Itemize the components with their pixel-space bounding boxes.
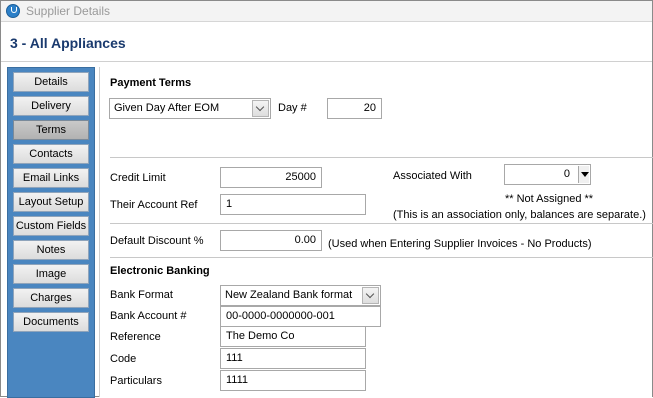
sidebar-item-details[interactable]: Details xyxy=(13,72,89,92)
reference-label: Reference xyxy=(110,331,161,343)
sidebar-item-email-links[interactable]: Email Links xyxy=(13,168,89,188)
terms-panel: Payment Terms Given Day After EOM Day # … xyxy=(99,67,653,397)
supplier-details-window: Supplier Details 3 - All Appliances Deta… xyxy=(0,0,653,398)
credit-limit-input[interactable]: 25000 xyxy=(220,167,322,188)
bank-account-label: Bank Account # xyxy=(110,310,187,322)
sidebar-item-layout-setup[interactable]: Layout Setup xyxy=(13,192,89,212)
payment-terms-select[interactable]: Given Day After EOM xyxy=(109,98,271,119)
their-account-ref-input[interactable]: 1 xyxy=(220,194,366,215)
default-discount-note: (Used when Entering Supplier Invoices - … xyxy=(328,238,592,250)
section-divider xyxy=(110,257,653,258)
sidebar-item-charges[interactable]: Charges xyxy=(13,288,89,308)
code-input[interactable]: 111 xyxy=(220,348,366,369)
window-title: Supplier Details xyxy=(26,4,111,18)
credit-limit-label: Credit Limit xyxy=(110,172,166,184)
default-discount-label: Default Discount % xyxy=(110,235,204,247)
bank-format-select[interactable]: New Zealand Bank format xyxy=(220,285,381,306)
particulars-label: Particulars xyxy=(110,375,162,387)
payment-terms-value: Given Day After EOM xyxy=(114,102,220,114)
sidebar-item-contacts[interactable]: Contacts xyxy=(13,144,89,164)
sidebar-item-delivery[interactable]: Delivery xyxy=(13,96,89,116)
associated-with-select[interactable]: 0 xyxy=(504,164,591,185)
section-divider xyxy=(110,223,653,224)
bank-format-label: Bank Format xyxy=(110,289,173,301)
default-discount-input[interactable]: 0.00 xyxy=(220,230,322,251)
code-label: Code xyxy=(110,353,137,365)
their-account-ref-label: Their Account Ref xyxy=(110,199,198,211)
associated-with-value: 0 xyxy=(563,168,570,180)
sidebar-item-notes[interactable]: Notes xyxy=(13,240,89,260)
section-divider xyxy=(110,157,653,158)
sidebar: Details Delivery Terms Contacts Email Li… xyxy=(7,67,95,398)
reference-input[interactable]: The Demo Co xyxy=(220,326,366,347)
page-title: 3 - All Appliances xyxy=(10,35,126,51)
payment-terms-heading: Payment Terms xyxy=(110,77,192,89)
bank-format-dropdown-button[interactable] xyxy=(362,287,379,304)
day-label: Day # xyxy=(278,102,307,114)
payment-terms-dropdown-button[interactable] xyxy=(252,100,269,117)
sidebar-item-custom-fields[interactable]: Custom Fields xyxy=(13,216,89,236)
bank-format-value: New Zealand Bank format xyxy=(225,289,353,301)
associated-with-dropdown-button[interactable] xyxy=(578,166,589,183)
caret-down-icon xyxy=(581,172,589,177)
bank-account-input[interactable]: 00-0000-0000000-001 xyxy=(220,306,381,327)
not-assigned-text: ** Not Assigned ** xyxy=(505,193,594,205)
chevron-down-icon xyxy=(255,102,265,112)
associated-with-label: Associated With xyxy=(393,170,472,182)
sidebar-item-terms[interactable]: Terms xyxy=(13,120,89,140)
page-header: 3 - All Appliances xyxy=(1,23,652,62)
title-bar: Supplier Details xyxy=(1,1,652,22)
association-note: (This is an association only, balances a… xyxy=(393,209,646,221)
chevron-down-icon xyxy=(365,289,375,299)
app-power-icon xyxy=(6,4,20,18)
sidebar-item-documents[interactable]: Documents xyxy=(13,312,89,332)
sidebar-item-image[interactable]: Image xyxy=(13,264,89,284)
particulars-input[interactable]: 1111 xyxy=(220,370,366,391)
day-input[interactable]: 20 xyxy=(327,98,382,119)
electronic-banking-heading: Electronic Banking xyxy=(110,265,210,277)
